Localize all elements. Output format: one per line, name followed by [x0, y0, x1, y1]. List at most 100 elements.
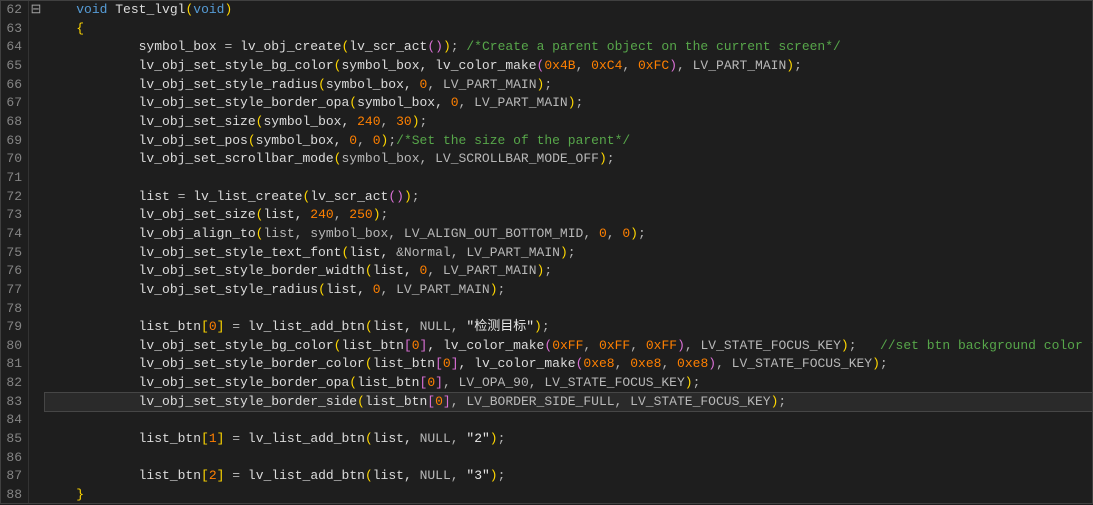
token-num: 0 [599, 226, 607, 241]
fold-slot[interactable] [29, 337, 43, 356]
token-p: } [76, 487, 84, 502]
token-p: ) [786, 58, 794, 73]
token-id: list, [263, 207, 310, 222]
fold-slot[interactable] [29, 57, 43, 76]
token-p2: ) [677, 338, 685, 353]
code-line[interactable]: lv_obj_set_style_radius(list, 0, LV_PART… [45, 281, 1092, 300]
token-op: ; [849, 338, 880, 353]
token-num: 0xe8 [677, 356, 708, 371]
code-area[interactable]: void Test_lvgl(void) { symbol_box = lv_o… [43, 1, 1092, 503]
code-line[interactable] [45, 449, 1092, 468]
token-num: 240 [357, 114, 380, 129]
fold-slot[interactable] [29, 132, 43, 151]
fold-slot[interactable] [29, 188, 43, 207]
token-num: 0xFF [552, 338, 583, 353]
code-line[interactable]: lv_obj_set_style_border_width(list, 0, L… [45, 262, 1092, 281]
token-op: , [615, 356, 631, 371]
code-editor[interactable]: 6263646566676869707172737475767778798081… [0, 0, 1093, 504]
fold-slot[interactable] [29, 169, 43, 188]
fold-slot[interactable] [29, 467, 43, 486]
token-str: "2" [466, 431, 489, 446]
code-line[interactable]: symbol_box = lv_obj_create(lv_scr_act())… [45, 38, 1092, 57]
code-line[interactable]: list_btn[0] = lv_list_add_btn(list, NULL… [45, 318, 1092, 337]
token-fn: lv_obj_set_style_border_width [139, 263, 365, 278]
code-line[interactable]: lv_obj_set_style_text_font(list, &Normal… [45, 244, 1092, 263]
token-num: 0 [622, 226, 630, 241]
token-p2: [ [404, 338, 412, 353]
code-line[interactable]: lv_obj_set_size(symbol_box, 240, 30); [45, 113, 1092, 132]
code-line[interactable]: lv_obj_set_size(list, 240, 250); [45, 206, 1092, 225]
fold-slot[interactable] [29, 38, 43, 57]
token-num: 0 [427, 375, 435, 390]
line-number: 86 [5, 449, 22, 468]
token-num: 0xC4 [591, 58, 622, 73]
fold-slot[interactable] [29, 281, 43, 300]
code-line[interactable] [45, 411, 1092, 430]
fold-slot[interactable] [29, 20, 43, 39]
code-line[interactable]: lv_obj_set_style_border_color(list_btn[0… [45, 355, 1092, 374]
token-p2: ] [451, 356, 459, 371]
token-p: ( [318, 282, 326, 297]
fold-slot[interactable] [29, 150, 43, 169]
code-line[interactable]: { [45, 20, 1092, 39]
code-line[interactable]: lv_obj_set_style_bg_color(symbol_box, lv… [45, 57, 1092, 76]
token-kw: void [76, 2, 107, 17]
token-p: ) [630, 226, 638, 241]
fold-slot[interactable] [29, 225, 43, 244]
line-number: 88 [5, 486, 22, 505]
code-line[interactable] [45, 169, 1092, 188]
code-line[interactable]: list_btn[1] = lv_list_add_btn(list, NULL… [45, 430, 1092, 449]
token-p: ) [404, 189, 412, 204]
line-number: 79 [5, 318, 22, 337]
token-op: , [381, 114, 397, 129]
fold-column[interactable]: ⊟ [29, 1, 43, 503]
token-mac: , LV_STATE_FOCUS_KEY [685, 338, 841, 353]
fold-slot[interactable] [29, 486, 43, 505]
code-line[interactable]: lv_obj_align_to(list, symbol_box, LV_ALI… [45, 225, 1092, 244]
code-line[interactable]: } [45, 486, 1092, 503]
token-mac: Normal, LV_PART_MAIN [404, 245, 560, 260]
fold-slot[interactable] [29, 411, 43, 430]
code-line[interactable]: lv_obj_set_style_border_opa(list_btn[0],… [45, 374, 1092, 393]
fold-slot[interactable] [29, 113, 43, 132]
code-line[interactable] [45, 300, 1092, 319]
token-p2: ] [443, 394, 451, 409]
token-op: , [622, 58, 638, 73]
fold-slot[interactable] [29, 393, 43, 412]
token-p2: ( [388, 189, 396, 204]
fold-slot[interactable] [29, 244, 43, 263]
fold-slot[interactable] [29, 355, 43, 374]
token-mac: NULL [420, 468, 451, 483]
token-op: ; [420, 114, 428, 129]
code-line[interactable]: list = lv_list_create(lv_scr_act()); [45, 188, 1092, 207]
token-p2: [ [435, 356, 443, 371]
token-num: 0 [209, 319, 217, 334]
code-line[interactable]: lv_obj_set_style_border_side(list_btn[0]… [45, 393, 1092, 412]
fold-slot[interactable] [29, 76, 43, 95]
fold-slot[interactable] [29, 449, 43, 468]
fold-toggle-icon[interactable]: ⊟ [29, 1, 43, 20]
code-line[interactable]: list_btn[2] = lv_list_add_btn(list, NULL… [45, 467, 1092, 486]
fold-slot[interactable] [29, 318, 43, 337]
fold-slot[interactable] [29, 262, 43, 281]
code-line[interactable]: lv_obj_set_style_bg_color(list_btn[0], l… [45, 337, 1092, 356]
fold-slot[interactable] [29, 374, 43, 393]
line-number: 74 [5, 225, 22, 244]
token-op: , [334, 207, 350, 222]
line-number: 84 [5, 411, 22, 430]
code-line[interactable]: lv_obj_set_style_border_opa(symbol_box, … [45, 94, 1092, 113]
fold-slot[interactable] [29, 430, 43, 449]
line-number: 83 [5, 393, 22, 412]
token-mac: , LV_PART_MAIN [427, 77, 536, 92]
token-num: 0xe8 [583, 356, 614, 371]
token-p: ) [443, 39, 451, 54]
token-num: 0xFF [646, 338, 677, 353]
token-num: 0 [451, 95, 459, 110]
code-line[interactable]: void Test_lvgl(void) [45, 1, 1092, 20]
code-line[interactable]: lv_obj_set_scrollbar_mode(symbol_box, LV… [45, 150, 1092, 169]
code-line[interactable]: lv_obj_set_pos(symbol_box, 0, 0);/*Set t… [45, 132, 1092, 151]
fold-slot[interactable] [29, 206, 43, 225]
code-line[interactable]: lv_obj_set_style_radius(symbol_box, 0, L… [45, 76, 1092, 95]
fold-slot[interactable] [29, 300, 43, 319]
fold-slot[interactable] [29, 94, 43, 113]
